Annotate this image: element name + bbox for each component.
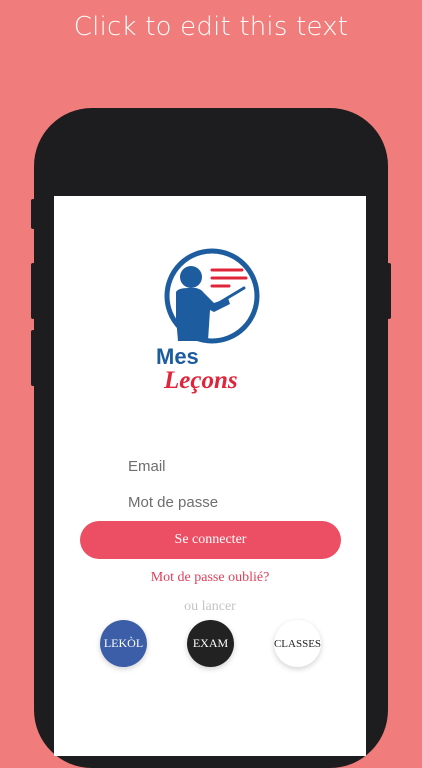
phone-side-button-volume-up — [31, 263, 35, 319]
logo-text-lecons: Leçons — [163, 367, 238, 394]
exam-button[interactable]: EXAM — [187, 620, 234, 667]
phone-side-button-volume-down — [31, 330, 35, 386]
logo-text-mes: Mes — [156, 344, 199, 369]
lekol-button[interactable]: LEKÒL — [100, 620, 147, 667]
forgot-password-link[interactable]: Mot de passe oublié? — [54, 570, 366, 586]
phone-side-button-power — [387, 263, 391, 319]
app-screen: Mes Leçons Se connecter Mot de passe oub… — [54, 196, 366, 756]
headline-text[interactable]: Click to edit this text — [0, 12, 422, 42]
teacher-head-icon — [180, 266, 202, 288]
classes-button[interactable]: CLASSES — [274, 620, 321, 667]
phone-side-button-mute — [31, 199, 35, 229]
teacher-body-icon — [176, 288, 230, 341]
email-field[interactable] — [128, 454, 328, 478]
password-field[interactable] — [128, 490, 328, 514]
login-button[interactable]: Se connecter — [80, 521, 341, 559]
or-launch-label: ou lancer — [184, 599, 236, 614]
mes-lecons-logo: Mes Leçons — [156, 248, 260, 394]
